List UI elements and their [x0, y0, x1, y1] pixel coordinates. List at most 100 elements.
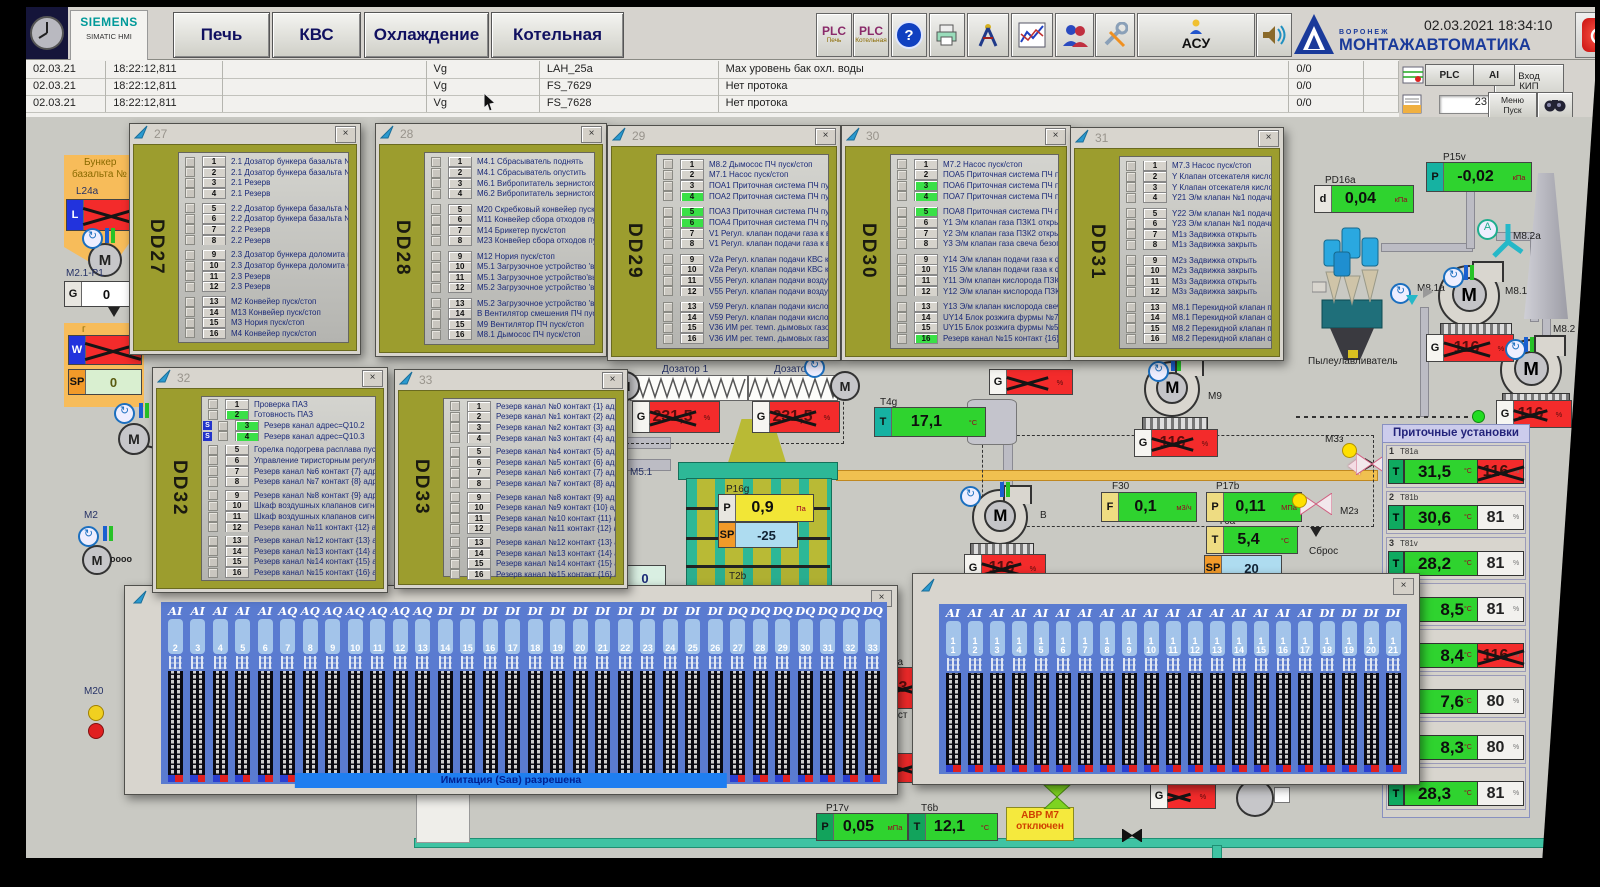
tab-Котельная[interactable]: Котельная — [491, 12, 624, 58]
channel-number-button[interactable]: 2 — [225, 410, 249, 421]
checkbox[interactable] — [208, 410, 218, 420]
io-channel-AQ-12[interactable]: AQ12 — [390, 604, 412, 782]
checkbox[interactable] — [663, 254, 673, 264]
channel-number-button[interactable]: 5 — [202, 203, 226, 214]
channel-number-button[interactable]: 14 — [225, 546, 249, 557]
checkbox[interactable] — [185, 214, 195, 224]
io-channel-AI-4[interactable]: AI4 — [210, 604, 232, 782]
checkbox[interactable] — [431, 298, 441, 308]
checkbox[interactable] — [1126, 161, 1136, 171]
window-titlebar[interactable]: 32× — [153, 368, 387, 388]
checkbox[interactable] — [208, 490, 218, 500]
channel-number-button[interactable]: 1 — [914, 159, 938, 170]
checkbox[interactable] — [663, 286, 673, 296]
checkbox[interactable] — [897, 254, 907, 264]
channel-number-button[interactable]: 3 — [448, 178, 472, 189]
channel-number-button[interactable]: 10 — [680, 265, 704, 276]
io-channel-DQ-27[interactable]: DQ27 — [727, 604, 749, 782]
checkbox[interactable] — [1126, 240, 1136, 250]
io-channel-AQ-13[interactable]: AQ13 — [412, 604, 434, 782]
io-channel-AI-3[interactable]: AI13 — [987, 606, 1008, 772]
channel-number-button[interactable]: 1 — [448, 157, 472, 168]
channel-number-button[interactable]: 6 — [914, 217, 938, 228]
checkbox[interactable] — [431, 330, 441, 340]
trends-button[interactable] — [1011, 13, 1053, 57]
channel-number-button[interactable]: 1 — [202, 156, 226, 167]
checkbox[interactable] — [897, 286, 907, 296]
asu-button[interactable]: АСУ — [1137, 13, 1255, 57]
channel-number-button[interactable]: 11 — [467, 513, 491, 524]
channel-number-button[interactable]: 6 — [225, 455, 249, 466]
channel-number-button[interactable]: 5 — [914, 207, 938, 218]
print-button[interactable] — [929, 13, 965, 57]
window-titlebar[interactable]: 31× — [1071, 128, 1283, 148]
menu-pusk-button[interactable]: Меню Пуск — [1488, 92, 1537, 118]
checkbox[interactable] — [897, 217, 907, 227]
checkbox[interactable] — [663, 181, 673, 191]
channel-number-button[interactable]: 11 — [448, 272, 472, 283]
io-channel-DI-21[interactable]: DI121 — [1383, 606, 1404, 772]
checkbox[interactable] — [431, 309, 441, 319]
tab-Печь[interactable]: Печь — [173, 12, 270, 58]
checkbox[interactable] — [663, 207, 673, 217]
channel-number-button[interactable]: 2 — [202, 167, 226, 178]
channel-number-button[interactable]: 5 — [225, 445, 249, 456]
channel-number-button[interactable]: 2 — [1143, 171, 1167, 182]
checkbox[interactable] — [450, 559, 460, 569]
channel-number-button[interactable]: 13 — [448, 298, 472, 309]
io-channel-AI-8[interactable]: AI18 — [1097, 606, 1118, 772]
channel-number-button[interactable]: 13 — [202, 296, 226, 307]
channel-number-button[interactable]: 6 — [202, 214, 226, 225]
channel-number-button[interactable]: 12 — [225, 522, 249, 533]
window-titlebar[interactable]: 27× — [130, 124, 360, 144]
channel-number-button[interactable]: 16 — [914, 333, 938, 344]
channel-number-button[interactable]: 11 — [202, 271, 226, 282]
channel-number-button[interactable]: 15 — [1143, 323, 1167, 334]
channel-number-button[interactable]: 12 — [680, 286, 704, 297]
window-titlebar[interactable]: 30× — [842, 126, 1070, 146]
channel-number-button[interactable]: 4 — [914, 191, 938, 202]
checkbox[interactable] — [450, 548, 460, 558]
channel-number-button[interactable]: 9 — [1143, 255, 1167, 266]
channel-number-button[interactable]: 14 — [448, 308, 472, 319]
io-channel-DI-26[interactable]: DI26 — [705, 604, 727, 782]
checkbox[interactable] — [185, 167, 195, 177]
checkbox[interactable] — [663, 334, 673, 344]
checkbox[interactable] — [1126, 193, 1136, 203]
close-button[interactable]: × — [581, 126, 602, 143]
checkbox[interactable] — [897, 239, 907, 249]
io-channel-AI-2[interactable]: AI12 — [965, 606, 986, 772]
channel-number-button[interactable]: 2 — [448, 167, 472, 178]
channel-number-button[interactable]: 3 — [235, 420, 259, 431]
io-channel-AQ-10[interactable]: AQ10 — [345, 604, 367, 782]
channel-number-button[interactable]: 13 — [225, 536, 249, 547]
tools-button[interactable] — [1095, 13, 1135, 57]
channel-number-button[interactable]: 4 — [467, 433, 491, 444]
checkbox[interactable] — [450, 422, 460, 432]
io-channel-DI-20[interactable]: DI20 — [570, 604, 592, 782]
channel-number-button[interactable]: 4 — [202, 188, 226, 199]
checkbox[interactable] — [450, 569, 460, 579]
checkbox[interactable] — [450, 478, 460, 488]
channel-number-button[interactable]: 16 — [1143, 334, 1167, 345]
channel-number-button[interactable]: 4 — [235, 431, 259, 442]
checkbox[interactable] — [431, 204, 441, 214]
checkbox[interactable] — [185, 250, 195, 260]
io-channel-AI-4[interactable]: AI14 — [1009, 606, 1030, 772]
channel-number-button[interactable]: 2 — [914, 170, 938, 181]
window-titlebar[interactable]: 33× — [395, 370, 627, 390]
checkbox[interactable] — [431, 225, 441, 235]
channel-number-button[interactable]: 6 — [448, 214, 472, 225]
checkbox[interactable] — [185, 261, 195, 271]
checkbox[interactable] — [1126, 219, 1136, 229]
close-button[interactable]: × — [1258, 130, 1279, 147]
checkbox[interactable] — [663, 228, 673, 238]
checkbox[interactable] — [1126, 313, 1136, 323]
channel-number-button[interactable]: 13 — [1143, 302, 1167, 313]
window-titlebar[interactable]: 28× — [376, 124, 606, 144]
io-channel-AI-6[interactable]: AI16 — [1053, 606, 1074, 772]
checkbox[interactable] — [897, 191, 907, 201]
checkbox[interactable] — [208, 455, 218, 465]
channel-number-button[interactable]: 16 — [448, 330, 472, 341]
channel-number-button[interactable]: 10 — [448, 261, 472, 272]
